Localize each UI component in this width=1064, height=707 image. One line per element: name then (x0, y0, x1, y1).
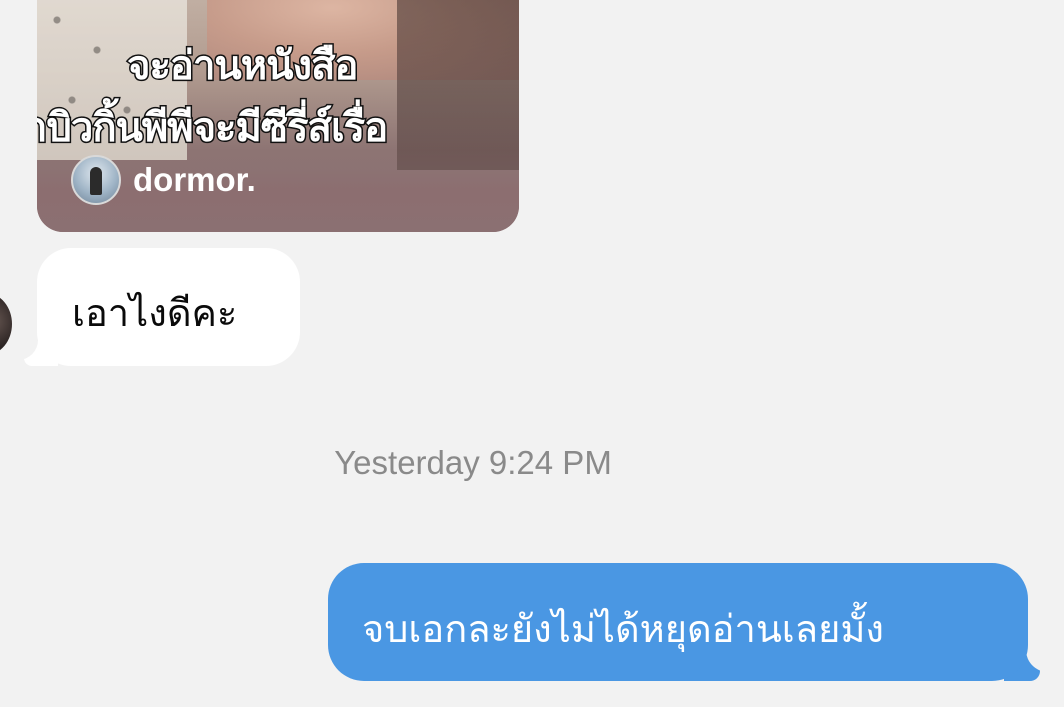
author-avatar-icon[interactable] (71, 155, 121, 205)
post-caption-line-2: าบิวกิ้นพีพีจะมีซีรี่ส์เรื่อ (37, 104, 390, 153)
sender-avatar-icon[interactable] (0, 293, 12, 355)
post-caption-line-1: จะอ่านหนังสือ (125, 42, 359, 91)
post-author-name[interactable]: dormor. (133, 161, 256, 199)
post-thumbnail-shadow (397, 0, 519, 170)
shared-post-card[interactable]: จะอ่านหนังสือ าบิวกิ้นพีพีจะมีซีรี่ส์เรื… (37, 0, 519, 232)
post-author-row[interactable]: dormor. (71, 155, 256, 205)
sent-message-text: จบเอกละยังไม่ได้หยุดอ่านเลยมั้ง (362, 607, 884, 651)
message-timestamp: Yesterday 9:24 PM (334, 444, 612, 481)
received-message-text: เอาไงดีคะ (72, 291, 238, 335)
